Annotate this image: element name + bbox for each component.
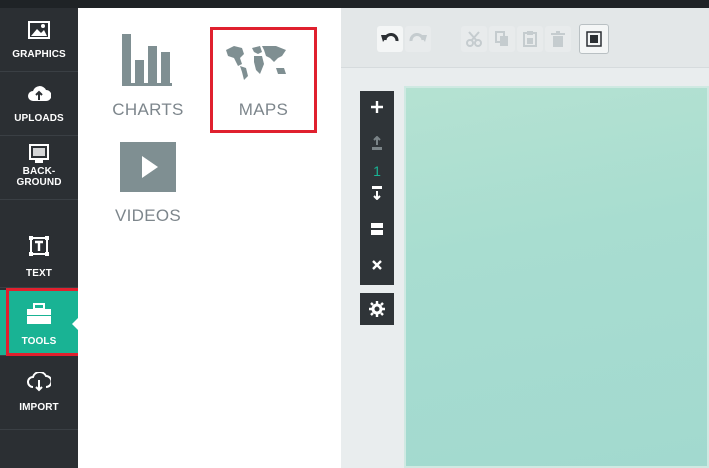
background-icon [0,142,78,166]
cloud-download-icon [0,370,78,394]
sidebar-item-label: GRAPHICS [12,49,66,60]
cut-icon[interactable] [461,26,487,52]
tools-highlight [6,288,81,356]
duplicate-icon[interactable] [360,215,394,243]
sidebar-item-import[interactable]: IMPORT [0,364,78,430]
sidebar: GRAPHICS UPLOADS BACK- GROUND TEXT TOOLS… [0,8,78,468]
play-icon [120,142,176,192]
sidebar-item-uploads[interactable]: UPLOADS [0,72,78,136]
tile-label: VIDEOS [114,206,182,225]
add-page-icon[interactable] [360,93,394,121]
picture-icon [0,18,78,42]
charts-tile[interactable]: CHARTS [108,30,188,125]
move-up-icon[interactable] [360,129,394,157]
close-icon[interactable] [360,251,394,279]
editor-toolbar [341,8,709,68]
page-number: 1 [373,163,381,179]
sidebar-item-background[interactable]: BACK- GROUND [0,136,78,200]
page-settings [360,293,394,325]
layer-icon[interactable] [579,24,609,54]
sidebar-item-label: UPLOADS [14,113,64,124]
text-box-icon [0,234,78,258]
paste-icon[interactable] [517,26,543,52]
sidebar-item-label: IMPORT [19,402,59,413]
delete-icon[interactable] [545,26,571,52]
sidebar-item-text[interactable]: TEXT [0,222,78,288]
page-tools: 1 [360,91,394,285]
sidebar-item-graphics[interactable]: GRAPHICS [0,8,78,72]
videos-tile[interactable]: VIDEOS [108,140,188,235]
sidebar-item-label: TEXT [26,268,52,279]
cloud-upload-icon [0,82,78,106]
copy-icon[interactable] [489,26,515,52]
move-down-icon[interactable] [360,179,394,207]
redo-icon[interactable] [405,26,431,52]
sidebar-item-label-2: GROUND [16,177,62,188]
undo-icon[interactable] [377,26,403,52]
sidebar-item-label: BACK- [22,166,56,177]
maps-highlight [210,27,317,133]
bar-chart-icon [122,34,176,91]
design-canvas[interactable] [404,86,709,468]
top-bar [0,0,709,8]
settings-icon[interactable] [360,295,394,323]
tile-label: CHARTS [112,100,184,119]
